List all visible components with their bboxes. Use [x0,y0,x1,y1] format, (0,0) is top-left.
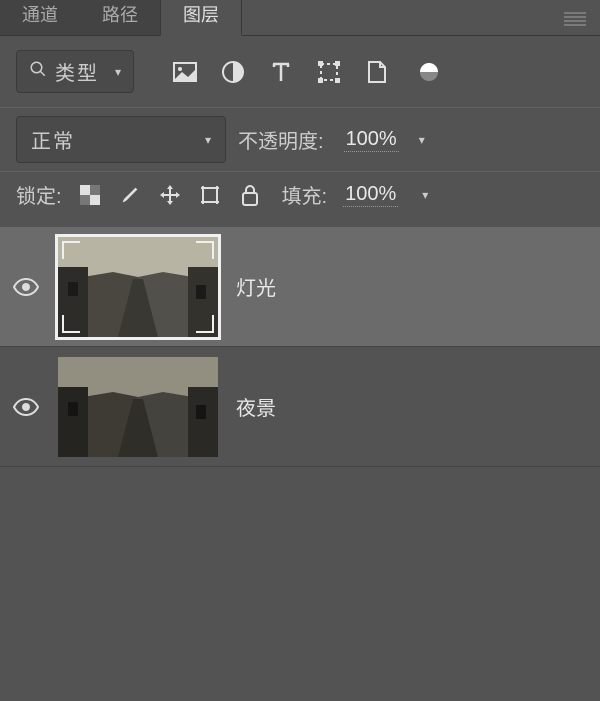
lock-all-icon[interactable] [238,183,262,207]
lock-transparency-icon[interactable] [78,183,102,207]
layer-name[interactable]: 灯光 [236,272,276,301]
filter-toggle-icon[interactable] [420,63,438,81]
opacity-label: 不透明度: [238,125,324,154]
shape-filter-icon[interactable] [316,59,342,85]
fill-value[interactable]: 100% [343,183,398,207]
layer-thumbnail[interactable] [58,237,218,337]
visibility-toggle[interactable] [12,395,40,419]
lock-position-icon[interactable] [158,183,182,207]
tab-channels[interactable]: 通道 [0,0,80,35]
tab-paths[interactable]: 路径 [80,0,160,35]
search-icon [29,60,47,83]
chevron-down-icon: ▾ [115,65,121,79]
filter-row: 类型 ▾ [0,36,600,107]
filter-icons [172,59,438,85]
smartobject-filter-icon[interactable] [364,59,390,85]
image-filter-icon[interactable] [172,59,198,85]
tab-bar: 通道 路径 图层 [0,0,600,36]
chevron-down-icon[interactable]: ▾ [422,188,428,202]
layer-thumbnail[interactable] [58,357,218,457]
layer-row[interactable]: 夜景 [0,347,600,467]
eye-icon [13,398,39,416]
layer-type-filter-dropdown[interactable]: 类型 ▾ [16,50,134,93]
text-filter-icon[interactable] [268,59,294,85]
visibility-toggle[interactable] [12,275,40,299]
blend-mode-label: 正常 [31,125,75,154]
layer-list: 灯光 夜景 [0,227,600,701]
opacity-value[interactable]: 100% [344,128,399,152]
layers-panel: 通道 路径 图层 类型 ▾ [0,0,600,701]
fill-label: 填充: [282,180,328,209]
lock-artboard-icon[interactable] [198,183,222,207]
lock-brush-icon[interactable] [118,183,142,207]
layer-row[interactable]: 灯光 [0,227,600,347]
lock-label: 锁定: [16,180,62,209]
adjustment-filter-icon[interactable] [220,59,246,85]
eye-icon [13,278,39,296]
lock-row: 锁定: 填充: 100% ▾ [0,171,600,227]
blend-mode-dropdown[interactable]: 正常 ▾ [16,116,226,163]
layer-name[interactable]: 夜景 [236,392,276,421]
blend-row: 正常 ▾ 不透明度: 100% ▾ [0,107,600,171]
tab-layers[interactable]: 图层 [160,0,242,36]
chevron-down-icon: ▾ [205,133,211,147]
type-filter-label: 类型 [55,57,99,86]
chevron-down-icon[interactable]: ▾ [419,133,425,147]
panel-menu-icon[interactable] [564,12,586,26]
